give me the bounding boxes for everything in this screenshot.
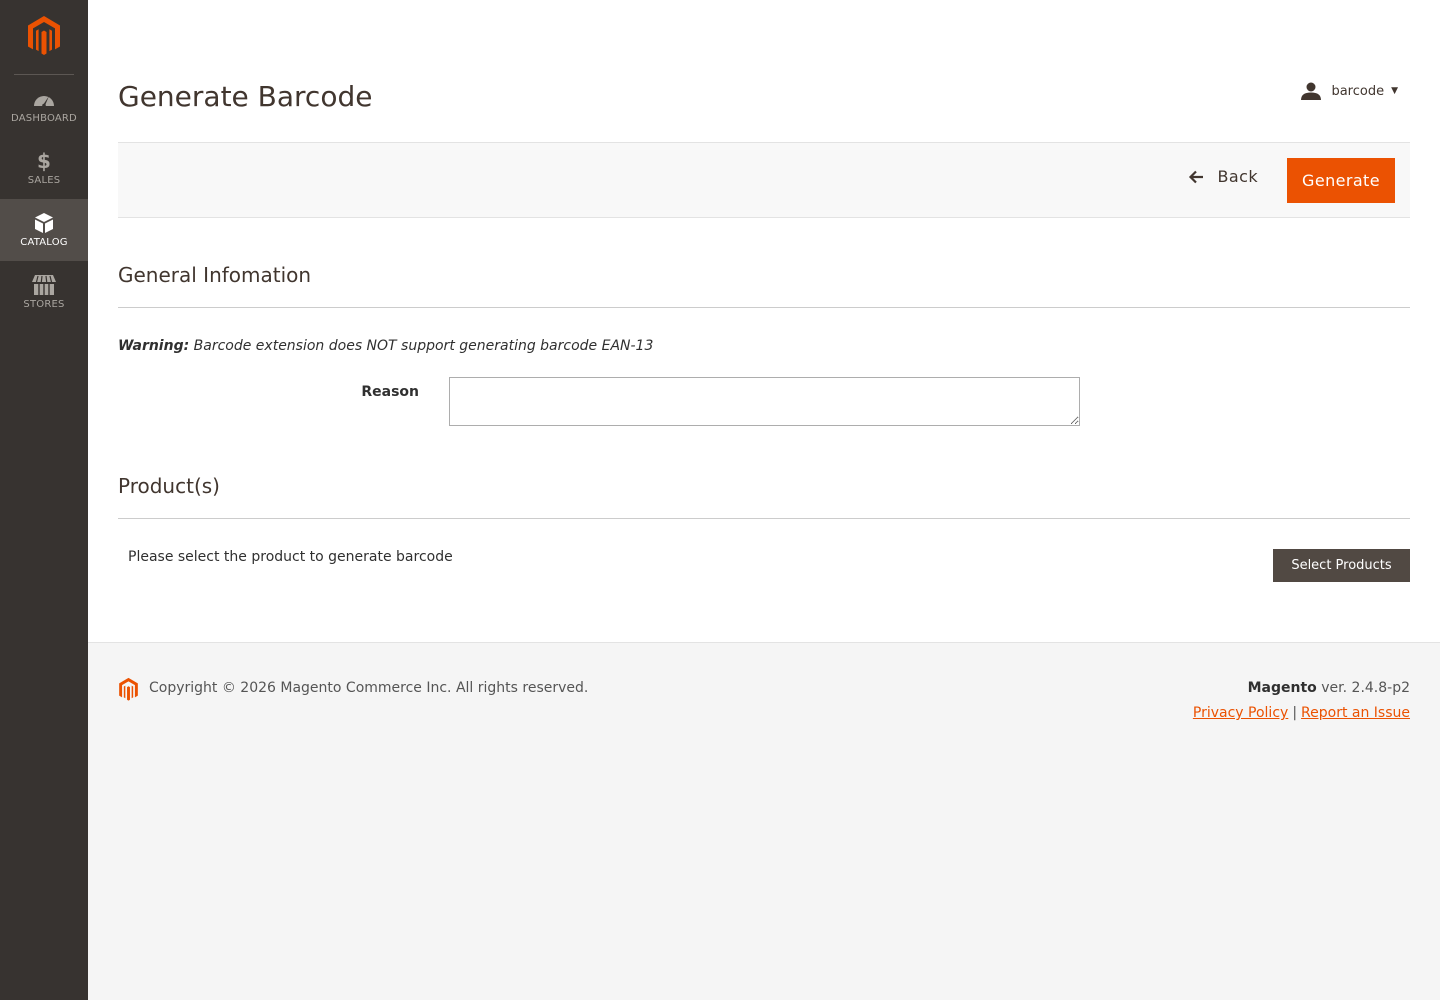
store-icon — [31, 274, 57, 296]
warning-label: Warning: — [118, 338, 190, 354]
magento-logo-icon — [26, 15, 62, 61]
reason-textarea[interactable] — [449, 377, 1080, 426]
page-actions-bar: Back Generate — [118, 142, 1410, 218]
page-title: Generate Barcode — [118, 80, 373, 113]
sidebar-item-dashboard[interactable]: DASHBOARD — [0, 75, 88, 137]
magento-logo-icon — [118, 677, 139, 702]
sidebar-item-sales[interactable]: $ SALES — [0, 137, 88, 199]
sidebar-item-label: STORES — [23, 299, 65, 310]
page-content: Generate Barcode barcode ▼ Back Generate… — [88, 0, 1440, 643]
section-divider — [118, 518, 1410, 519]
products-hint-text: Please select the product to generate ba… — [128, 549, 453, 565]
generate-button[interactable]: Generate — [1287, 158, 1395, 203]
sidebar-item-label: CATALOG — [20, 237, 68, 248]
version-brand: Magento — [1247, 680, 1317, 696]
sidebar-item-label: SALES — [27, 175, 61, 186]
reason-label: Reason — [361, 384, 419, 400]
user-icon — [1301, 82, 1322, 100]
admin-sidebar: DASHBOARD $ SALES CATALOG STORES — [0, 0, 88, 1000]
section-divider — [118, 307, 1410, 308]
page-footer: Copyright © 2026 Magento Commerce Inc. A… — [88, 643, 1440, 1000]
privacy-policy-link[interactable]: Privacy Policy — [1193, 705, 1288, 721]
caret-down-icon: ▼ — [1391, 86, 1398, 96]
warning-text: Barcode extension does NOT support gener… — [189, 338, 654, 354]
footer-links: Privacy Policy | Report an Issue — [1193, 705, 1410, 721]
dollar-icon: $ — [37, 150, 51, 172]
barcode-warning: Warning: Barcode extension does NOT supp… — [118, 338, 653, 354]
sidebar-item-catalog[interactable]: CATALOG — [0, 199, 88, 261]
back-button[interactable]: Back — [1188, 167, 1258, 186]
version-info: Magento ver. 2.4.8-p2 — [1248, 680, 1410, 696]
version-number: ver. 2.4.8-p2 — [1316, 680, 1410, 696]
dashboard-gauge-icon — [32, 88, 56, 110]
products-section-title: Product(s) — [118, 474, 220, 498]
sidebar-item-label: DASHBOARD — [11, 113, 77, 124]
link-separator: | — [1292, 705, 1298, 721]
admin-user-name: barcode — [1331, 83, 1385, 99]
admin-user-menu[interactable]: barcode ▼ — [1301, 82, 1398, 100]
svg-text:$: $ — [37, 150, 51, 172]
report-issue-link[interactable]: Report an Issue — [1301, 705, 1410, 721]
general-information-title: General Infomation — [118, 263, 312, 287]
sidebar-logo[interactable] — [0, 0, 88, 75]
select-products-button[interactable]: Select Products — [1273, 549, 1410, 582]
sidebar-item-stores[interactable]: STORES — [0, 261, 88, 323]
copyright-text: Copyright © 2026 Magento Commerce Inc. A… — [149, 680, 589, 696]
box-icon — [34, 212, 54, 234]
back-button-label: Back — [1217, 167, 1258, 186]
arrow-left-icon — [1188, 170, 1204, 184]
